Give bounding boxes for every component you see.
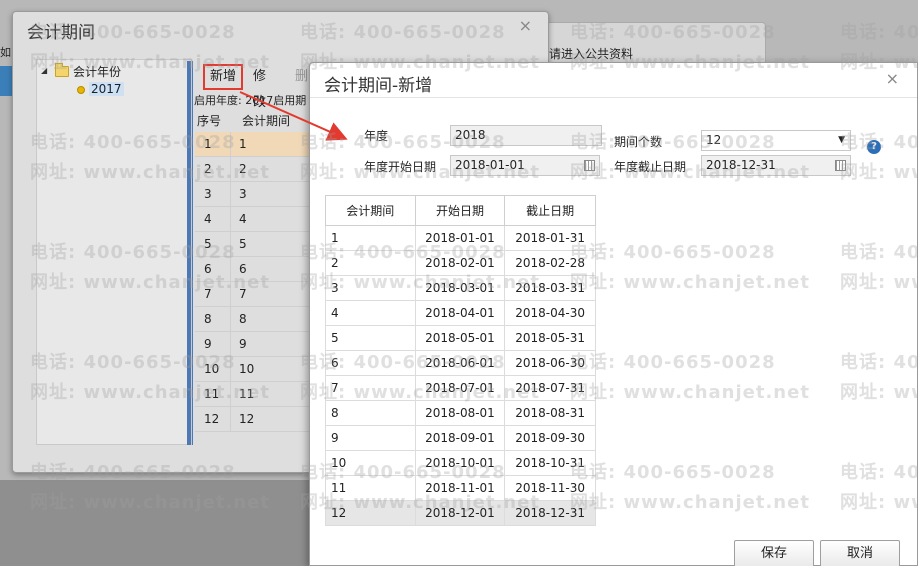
watermark-text: 网址: www.chanjet.net bbox=[300, 272, 540, 293]
row-period: 12 bbox=[239, 412, 255, 426]
row-period: 10 bbox=[239, 362, 255, 376]
cell-end-date[interactable]: 2018-08-31 bbox=[504, 400, 596, 426]
watermark-text: 网址: www.chanjet.net bbox=[570, 492, 810, 513]
cell-end-date[interactable]: 2018-09-30 bbox=[504, 425, 596, 451]
table-row[interactable]: 44 bbox=[195, 207, 315, 232]
watermark-text: 网址: www.chanjet.net bbox=[300, 382, 540, 403]
watermark-text: 网址: www.chanjet.net bbox=[30, 162, 270, 183]
row-index: 4 bbox=[204, 212, 212, 226]
watermark-text: 电话: 400-665-0028 bbox=[30, 132, 236, 153]
watermark-text: 电话: 400-665-0028 bbox=[30, 352, 236, 373]
table-row[interactable]: 5 2018-05-01 2018-05-31 bbox=[325, 325, 596, 351]
cell-divider bbox=[230, 407, 231, 432]
watermark-text: 电话: 400-665-0028 bbox=[30, 22, 236, 43]
watermark-text: 网址: www.chanjet.net bbox=[570, 272, 810, 293]
column-header-start-date: 开始日期 bbox=[414, 195, 506, 226]
save-button[interactable]: 保存 bbox=[734, 540, 814, 566]
column-header-index: 序号 bbox=[197, 114, 222, 128]
column-header-end-date: 截止日期 bbox=[504, 195, 596, 226]
table-row[interactable]: 9 2018-09-01 2018-09-30 bbox=[325, 425, 596, 451]
watermark-text: 网址: www.chanjet.net bbox=[840, 272, 918, 293]
cell-divider bbox=[230, 307, 231, 332]
watermark-text: 电话: 400-665-0028 bbox=[300, 352, 506, 373]
cell-start-date[interactable]: 2018-04-01 bbox=[414, 300, 506, 326]
watermark-text: 网址: www.chanjet.net bbox=[570, 382, 810, 403]
watermark-text: 电话: 400-665-0028 bbox=[570, 462, 776, 483]
row-index: 12 bbox=[204, 412, 220, 426]
watermark-text: 网址: www.chanjet.net bbox=[840, 162, 918, 183]
table-row[interactable]: 8 2018-08-01 2018-08-31 bbox=[325, 400, 596, 426]
close-icon[interactable]: × bbox=[519, 16, 532, 35]
watermark-text: 电话: 400-665-0028 bbox=[300, 462, 506, 483]
cell-end-date[interactable]: 2018-05-31 bbox=[504, 325, 596, 351]
row-period: 3 bbox=[239, 187, 247, 201]
watermark-text: 电话: 400-665-0028 bbox=[570, 132, 776, 153]
watermark-text: 网址: www.chanjet.net bbox=[30, 382, 270, 403]
row-index: 3 bbox=[204, 187, 212, 201]
watermark-text: 网址: www.chanjet.net bbox=[570, 52, 810, 73]
start-year-text: 启用年度: 2017启用期 bbox=[194, 94, 307, 107]
column-header-period: 会计期间 bbox=[325, 195, 416, 226]
cell-start-date[interactable]: 2018-05-01 bbox=[414, 325, 506, 351]
cell-divider bbox=[230, 207, 231, 232]
watermark-text: 电话: 400-665-0028 bbox=[840, 242, 918, 263]
cell-start-date[interactable]: 2018-08-01 bbox=[414, 400, 506, 426]
watermark-text: 电话: 400-665-0028 bbox=[570, 22, 776, 43]
watermark-text: 电话: 400-665-0028 bbox=[570, 242, 776, 263]
cell-period[interactable]: 9 bbox=[325, 425, 416, 451]
watermark-text: 网址: www.chanjet.net bbox=[840, 52, 918, 73]
watermark-text: 电话: 400-665-0028 bbox=[300, 242, 506, 263]
tree-item-year[interactable]: 2017 bbox=[89, 82, 124, 96]
table-row[interactable]: 12 12 bbox=[195, 407, 315, 432]
row-period: 4 bbox=[239, 212, 247, 226]
cell-period[interactable]: 4 bbox=[325, 300, 416, 326]
watermark-text: 网址: www.chanjet.net bbox=[300, 492, 540, 513]
dialog-title: 会计期间-新增 bbox=[324, 76, 433, 96]
row-period: 5 bbox=[239, 237, 247, 251]
watermark-text: 网址: www.chanjet.net bbox=[30, 492, 270, 513]
row-index: 8 bbox=[204, 312, 212, 326]
watermark-text: 网址: www.chanjet.net bbox=[30, 272, 270, 293]
watermark-text: 电话: 400-665-0028 bbox=[30, 462, 236, 483]
background-selected-strip bbox=[0, 66, 12, 96]
watermark-text: 网址: www.chanjet.net bbox=[30, 52, 270, 73]
watermark-text: 网址: www.chanjet.net bbox=[570, 162, 810, 183]
watermark-text: 电话: 400-665-0028 bbox=[840, 22, 918, 43]
cell-period[interactable]: 5 bbox=[325, 325, 416, 351]
cell-end-date[interactable]: 2018-04-30 bbox=[504, 300, 596, 326]
cell-divider bbox=[230, 182, 231, 207]
watermark-text: 电话: 400-665-0028 bbox=[840, 352, 918, 373]
watermark-text: 电话: 400-665-0028 bbox=[570, 352, 776, 373]
table-row[interactable]: 88 bbox=[195, 307, 315, 332]
cell-start-date[interactable]: 2018-09-01 bbox=[414, 425, 506, 451]
watermark-text: 电话: 400-665-0028 bbox=[300, 132, 506, 153]
year-node-icon bbox=[77, 86, 85, 94]
table-row[interactable]: 4 2018-04-01 2018-04-30 bbox=[325, 300, 596, 326]
watermark-text: 电话: 400-665-0028 bbox=[840, 132, 918, 153]
watermark-text: 电话: 400-665-0028 bbox=[840, 462, 918, 483]
watermark-text: 电话: 400-665-0028 bbox=[300, 22, 506, 43]
table-header-row: 会计期间 开始日期 截止日期 bbox=[325, 195, 596, 226]
cell-period[interactable]: 8 bbox=[325, 400, 416, 426]
row-period: 8 bbox=[239, 312, 247, 326]
watermark-text: 网址: www.chanjet.net bbox=[840, 382, 918, 403]
watermark-text: 网址: www.chanjet.net bbox=[300, 52, 540, 73]
table-row[interactable]: 33 bbox=[195, 182, 315, 207]
row-period: 1 bbox=[239, 137, 247, 151]
watermark-text: 电话: 400-665-0028 bbox=[30, 242, 236, 263]
row-period: 9 bbox=[239, 337, 247, 351]
watermark-text: 网址: www.chanjet.net bbox=[300, 162, 540, 183]
cancel-button[interactable]: 取消 bbox=[820, 540, 900, 566]
background-text-fragment: 如 bbox=[0, 46, 11, 59]
title-divider bbox=[310, 97, 917, 98]
column-header-period: 会计期间 bbox=[242, 114, 291, 128]
watermark-text: 网址: www.chanjet.net bbox=[840, 492, 918, 513]
